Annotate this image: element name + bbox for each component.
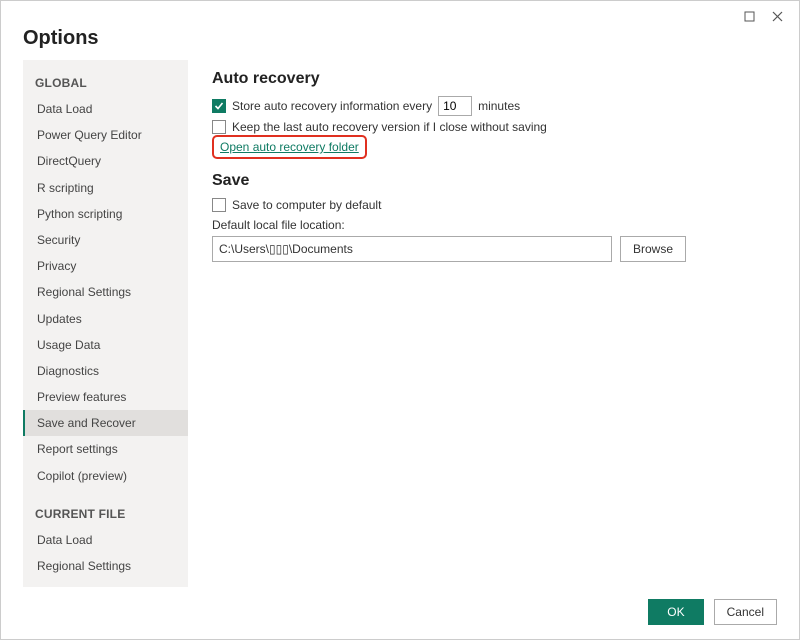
- sidebar-item-current[interactable]: Data Load: [23, 527, 188, 553]
- default-location-label: Default local file location:: [212, 218, 777, 232]
- open-folder-highlight: Open auto recovery folder: [212, 135, 367, 159]
- cancel-button[interactable]: Cancel: [714, 599, 777, 625]
- store-label-prefix: Store auto recovery information every: [232, 99, 432, 113]
- sidebar-header-current-file: CURRENT FILE: [23, 499, 188, 527]
- keep-last-checkbox[interactable]: [212, 120, 226, 134]
- sidebar-item-global[interactable]: Python scripting: [23, 201, 188, 227]
- options-dialog: Options GLOBAL Data LoadPower Query Edit…: [0, 0, 800, 640]
- store-auto-recovery-checkbox[interactable]: [212, 99, 226, 113]
- close-icon[interactable]: [763, 2, 791, 30]
- save-to-computer-row: Save to computer by default: [212, 198, 777, 212]
- sidebar-item-current[interactable]: Privacy: [23, 579, 188, 587]
- sidebar-item-global[interactable]: Updates: [23, 306, 188, 332]
- sidebar-item-global[interactable]: Copilot (preview): [23, 463, 188, 489]
- store-label-suffix: minutes: [478, 99, 520, 113]
- store-auto-recovery-row: Store auto recovery information every mi…: [212, 96, 777, 116]
- main-panel: Auto recovery Store auto recovery inform…: [212, 60, 777, 587]
- dialog-footer: OK Cancel: [1, 587, 799, 639]
- dialog-title: Options: [1, 27, 799, 60]
- sidebar-item-global[interactable]: R scripting: [23, 175, 188, 201]
- sidebar-item-global[interactable]: Report settings: [23, 436, 188, 462]
- sidebar-item-global[interactable]: Diagnostics: [23, 358, 188, 384]
- sidebar-item-global[interactable]: Save and Recover: [23, 410, 188, 436]
- default-location-input[interactable]: [212, 236, 612, 262]
- store-minutes-input[interactable]: [438, 96, 472, 116]
- auto-recovery-title: Auto recovery: [212, 70, 777, 88]
- sidebar: GLOBAL Data LoadPower Query EditorDirect…: [23, 60, 188, 587]
- sidebar-item-global[interactable]: Security: [23, 227, 188, 253]
- maximize-icon[interactable]: [735, 2, 763, 30]
- save-to-computer-checkbox[interactable]: [212, 198, 226, 212]
- keep-last-label: Keep the last auto recovery version if I…: [232, 120, 547, 134]
- ok-button[interactable]: OK: [648, 599, 703, 625]
- sidebar-item-global[interactable]: Data Load: [23, 96, 188, 122]
- keep-last-row: Keep the last auto recovery version if I…: [212, 120, 777, 134]
- sidebar-item-global[interactable]: Power Query Editor: [23, 122, 188, 148]
- sidebar-header-global: GLOBAL: [23, 68, 188, 96]
- sidebar-item-global[interactable]: DirectQuery: [23, 148, 188, 174]
- sidebar-item-global[interactable]: Preview features: [23, 384, 188, 410]
- save-to-computer-label: Save to computer by default: [232, 198, 381, 212]
- sidebar-item-current[interactable]: Regional Settings: [23, 553, 188, 579]
- sidebar-item-global[interactable]: Usage Data: [23, 332, 188, 358]
- sidebar-item-global[interactable]: Privacy: [23, 253, 188, 279]
- browse-button[interactable]: Browse: [620, 236, 686, 262]
- open-auto-recovery-folder-link[interactable]: Open auto recovery folder: [220, 140, 359, 154]
- save-title: Save: [212, 172, 777, 190]
- sidebar-item-global[interactable]: Regional Settings: [23, 279, 188, 305]
